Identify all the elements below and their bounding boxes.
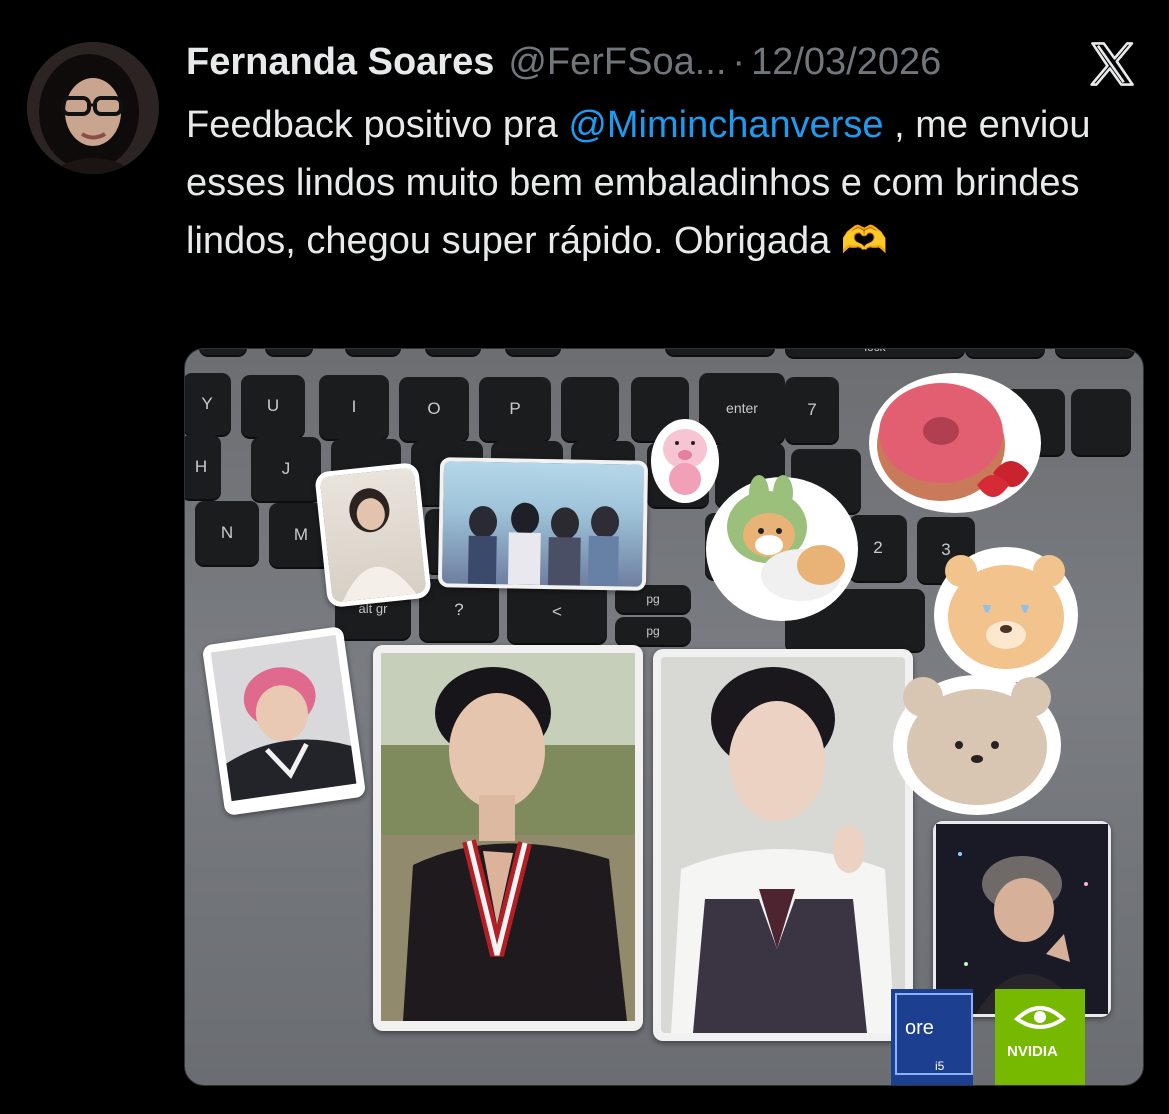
key-label: I [351,397,357,416]
intel-badge: ore i5 [891,989,973,1085]
key [505,349,561,355]
sticker-idol-small [314,461,432,609]
beanie-portrait [936,824,1108,1014]
key-label: P [509,399,521,418]
nvidia-badge: NVIDIA [995,989,1085,1085]
separator-dot: · [732,41,746,83]
tweet-photo[interactable]: lock Y U I O P enter 7 H J N M [184,348,1144,1086]
key [561,377,619,441]
nvidia-badge-text: NVIDIA [1007,1043,1058,1060]
key-label: Y [201,394,213,413]
photocard-pink-hair [201,625,367,817]
key-p: P [479,377,551,441]
idol-portrait-v-neck [381,653,635,1021]
key-7: 7 [785,377,839,443]
intel-badge-text: ore [905,1017,934,1039]
key-label: H [194,457,208,476]
key [425,349,481,355]
key-label: pg [646,624,660,638]
intel-badge-sub: i5 [935,1059,945,1073]
key-label: lock [864,349,885,354]
key [665,349,775,355]
key [199,349,247,355]
key-n: N [195,501,259,565]
key-label: O [427,399,441,418]
key: lock [785,349,965,357]
key-label: < [552,602,562,621]
key-label: 2 [873,538,883,557]
sticker-beige-bear [889,667,1065,817]
key-label: 7 [807,400,817,419]
key [965,349,1045,357]
tweet-header: Fernanda Soares @FerFSoa... · 12/03/2026 [186,38,941,86]
key-y: Y [185,373,231,435]
tweet-text: Feedback positivo pra @Miminchanverse , … [186,96,1156,270]
mention-link[interactable]: @Miminchanverse [568,104,883,146]
key-u: U [241,375,305,437]
sticker-donut [865,369,1055,519]
key-label: J [281,459,291,478]
sticker-cat-frog-hood [701,465,863,627]
idol-figure [342,488,417,602]
key-h: H [185,435,221,499]
idol-portrait-school-uniform [661,657,905,1033]
key-label: M [293,525,309,544]
photocard-main-left [373,645,643,1031]
tweet: Fernanda Soares @FerFSoa... · 12/03/2026… [0,0,1169,1114]
key-label: pg [646,592,660,606]
photocard-main-right [653,649,913,1041]
group-photo-card [437,457,649,591]
avatar[interactable] [27,42,159,174]
key-o: O [399,377,469,441]
crying-bear-icon [934,547,1078,683]
x-logo-icon[interactable] [1084,38,1140,90]
nvidia-eye-icon [1013,1006,1067,1029]
key-label: U [266,396,280,415]
pink-hair-portrait [210,634,357,802]
key [1055,349,1135,357]
key-pg-down: pg [615,617,691,645]
key-label: N [220,523,234,542]
key-label: enter [726,400,758,416]
author-handle[interactable]: @FerFSoa... [508,38,726,86]
key [345,349,401,355]
sticker-care-bear [931,543,1081,685]
author-name[interactable]: Fernanda Soares [186,38,494,86]
group-photo-figures [467,502,620,587]
key-i: I [319,375,389,439]
avatar-portrait [27,42,159,174]
tweet-date[interactable]: 12/03/2026 [751,38,941,86]
key-j: J [251,437,321,501]
photocard-beanie [933,821,1111,1017]
key-label: ? [454,600,464,619]
key [265,349,313,355]
strawberry-donut-icon [869,373,1041,513]
beige-bear-icon [893,675,1061,815]
heart-hands-emoji: 🫶 [840,220,889,262]
key [1071,389,1131,455]
cat-frog-hood-icon [706,475,858,621]
tweet-text-part1: Feedback positivo pra [186,104,569,146]
